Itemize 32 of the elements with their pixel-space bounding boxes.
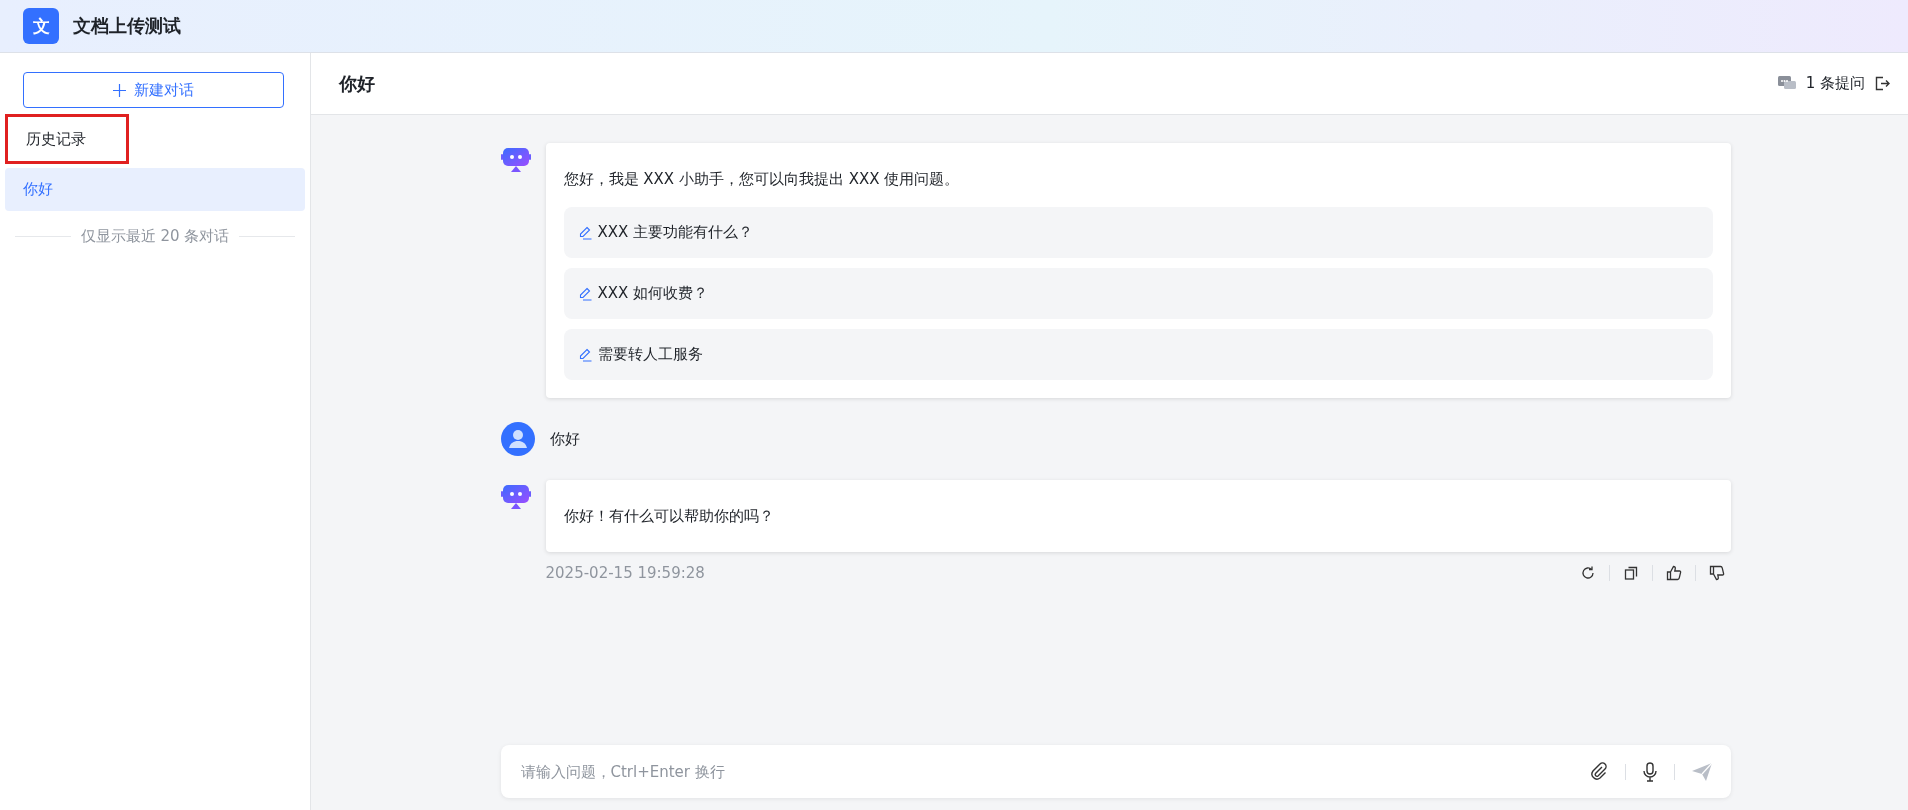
thumbs-down-icon[interactable]: [1708, 565, 1725, 581]
new-chat-button[interactable]: 新建对话: [23, 72, 284, 108]
bot-message-text: 你好！有什么可以帮助你的吗？: [563, 506, 775, 527]
suggested-question[interactable]: 需要转人工服务: [563, 329, 1713, 380]
history-heading: 历史记录: [5, 114, 129, 164]
paperclip-icon[interactable]: [1588, 761, 1609, 782]
user-message-text: 你好: [549, 429, 580, 449]
chat-title: 你好: [339, 71, 375, 96]
app-title: 文档上传测试: [73, 14, 181, 38]
pencil-icon: [577, 225, 592, 240]
plus-icon: [113, 83, 126, 97]
bot-message-text: 您好，我是 XXX 小助手，您可以向我提出 XXX 使用问题。: [563, 169, 961, 190]
robot-avatar-icon: [500, 484, 531, 510]
logout-icon[interactable]: [1875, 76, 1890, 91]
robot-avatar-icon: [500, 147, 531, 173]
chat-input-field[interactable]: 请输入问题，Ctrl+Enter 换行: [500, 745, 1731, 798]
message-timestamp: 2025-02-15 19:59:28: [545, 564, 705, 582]
user-avatar-icon: [500, 422, 535, 456]
history-limit-note: 仅显示最近 20 条对话: [80, 227, 230, 246]
thumbs-up-icon[interactable]: [1665, 565, 1682, 581]
question-count: 1 条提问: [1805, 74, 1865, 93]
pencil-icon: [577, 347, 592, 362]
message-input[interactable]: 请输入问题，Ctrl+Enter 换行: [518, 761, 1573, 782]
suggested-question[interactable]: XXX 如何收费？: [563, 268, 1713, 319]
conversation-item[interactable]: 你好: [5, 168, 305, 211]
pencil-icon: [577, 286, 592, 301]
chat-bubbles-icon: [1777, 76, 1796, 91]
app-logo: 文: [23, 8, 59, 44]
copy-icon[interactable]: [1622, 565, 1639, 581]
microphone-icon[interactable]: [1641, 761, 1658, 782]
refresh-icon[interactable]: [1579, 565, 1596, 581]
suggested-question[interactable]: XXX 主要功能有什么？: [563, 207, 1713, 258]
